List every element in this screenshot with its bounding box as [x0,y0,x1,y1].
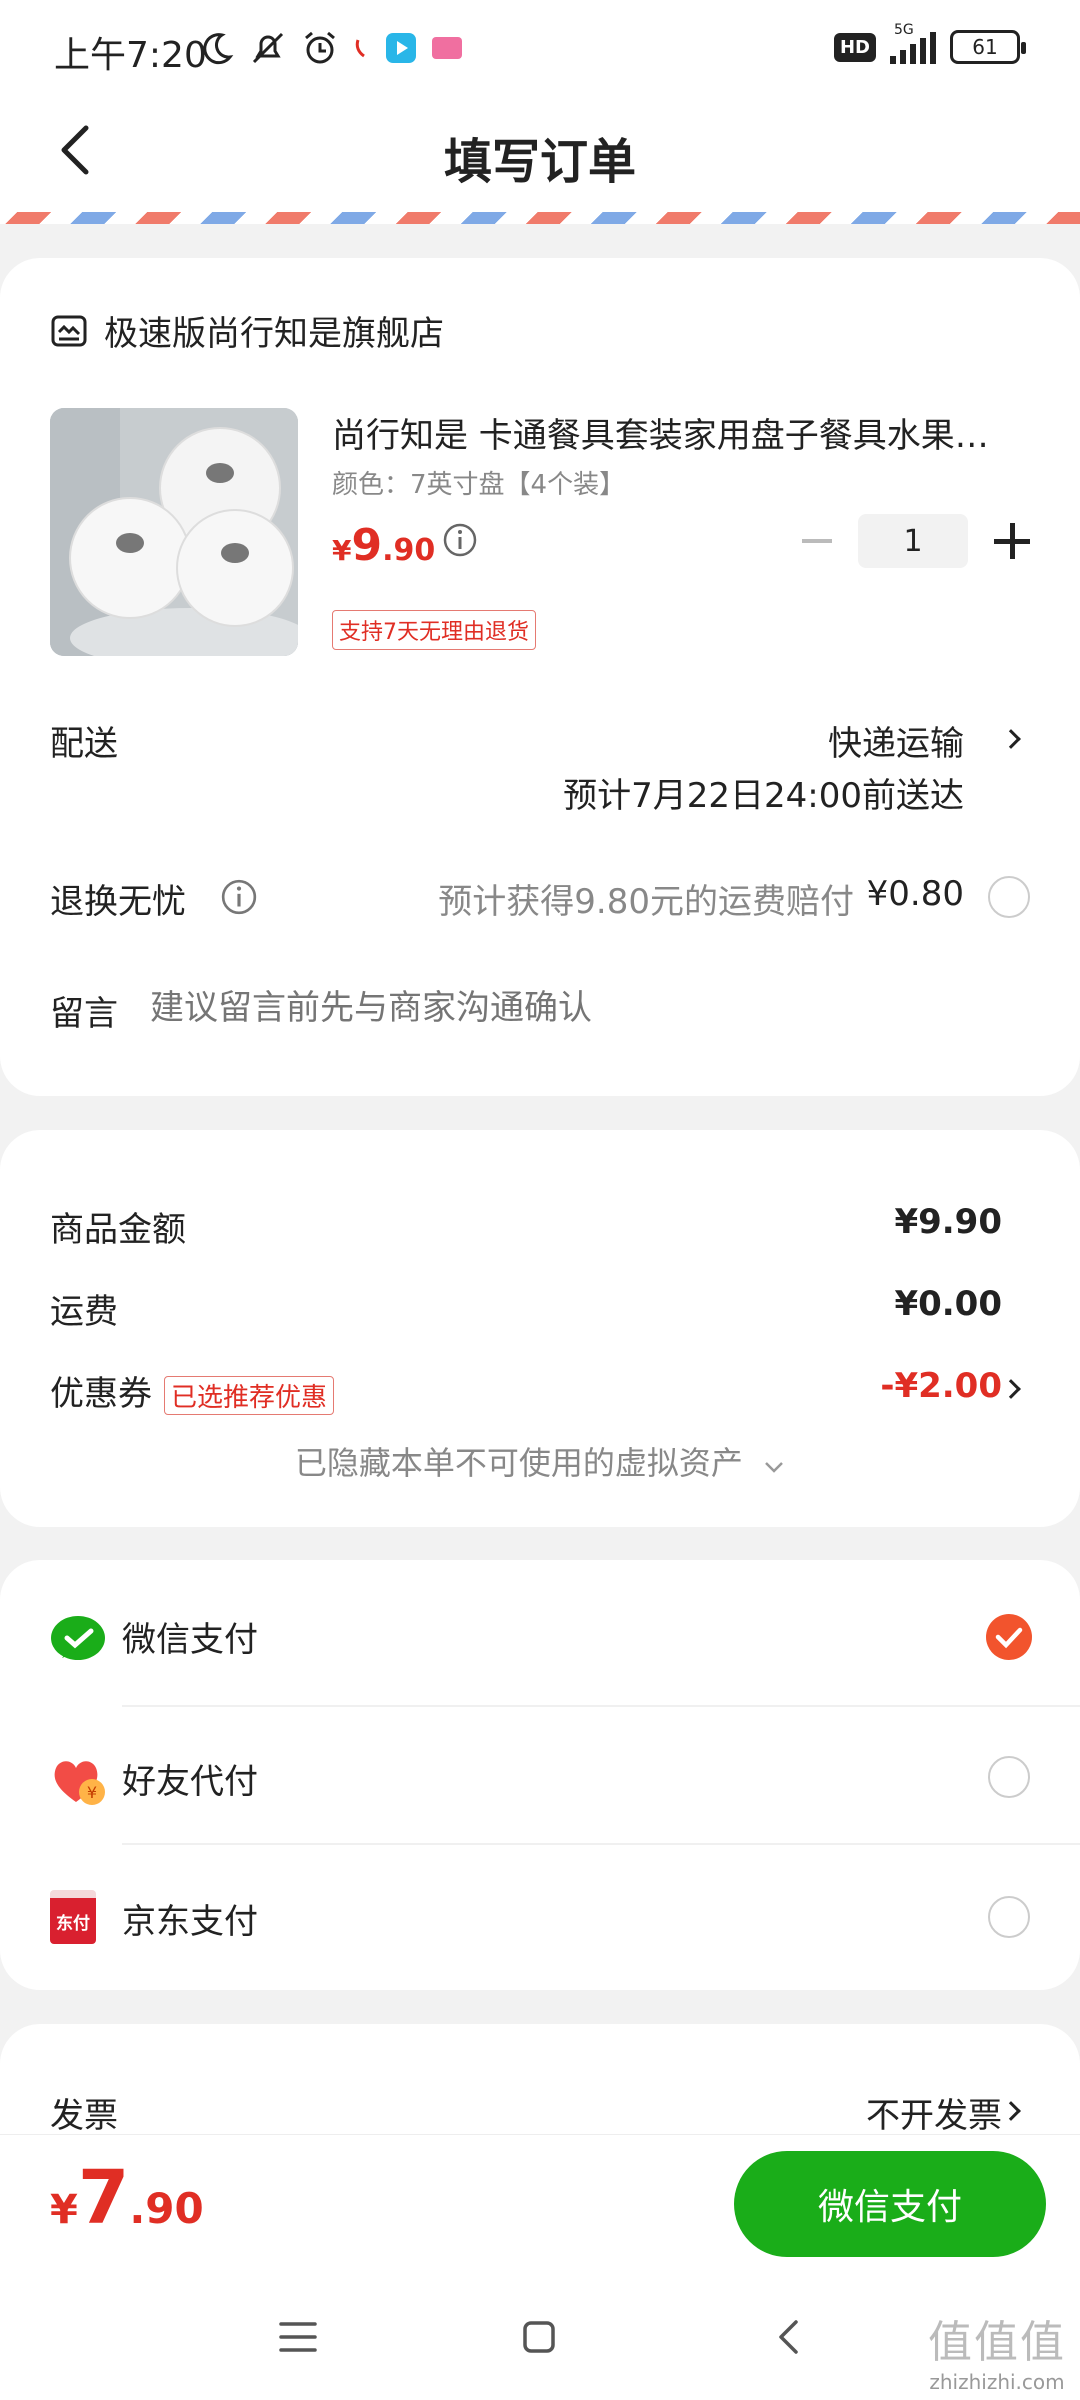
goods-amount-value: ¥9.90 [894,1202,1002,1242]
radio-selected-icon[interactable] [986,1614,1032,1660]
page-title: 填写订单 [443,134,636,190]
goods-amount-label: 商品金额 [50,1210,186,1250]
payment-label-wechat: 微信支付 [122,1620,258,1660]
back-nav-icon[interactable] [776,2318,800,2356]
video-app-icon [386,33,416,63]
return-insurance-info-icon[interactable] [220,878,258,916]
watermark-logo: 值值值 [928,2317,1066,2368]
coupon-label: 优惠券 [50,1374,152,1414]
bottom-pay-bar: ¥7.90 微信支付 [0,2134,1080,2274]
delivery-label: 配送 [50,724,118,764]
jd-pay-icon-text: 东付 [56,1913,90,1934]
phone-icon [355,39,365,58]
shipping-label: 运费 [50,1292,118,1332]
coupon-row[interactable]: 优惠券 已选推荐优惠 [50,1366,335,1415]
hidden-assets-text: 已隐藏本单不可使用的虚拟资产 [294,1444,743,1482]
status-time: 上午7:20 [54,35,207,76]
payment-methods-card: 微信支付 ¥ 好友代付 东付 京东支付 [0,1560,1080,1990]
invoice-label: 发票 [50,2096,118,2136]
delivery-estimate: 预计7月22日24:00前送达 [563,776,964,816]
price-info-icon[interactable] [442,522,478,558]
watermark: 值值值 zhizhizhi.com [928,2306,1066,2394]
price-integer: 9 [351,520,383,571]
quantity-input[interactable]: 1 [858,514,968,568]
hd-badge: HD [833,32,876,62]
total-price: ¥7.90 [50,2155,204,2241]
product-image[interactable] [50,408,298,656]
coupon-chevron-icon[interactable] [1001,1379,1021,1399]
payment-option-wechat[interactable]: 微信支付 [0,1560,1080,1698]
battery-icon: 61 [950,30,1026,64]
message-input[interactable] [150,980,1030,1036]
return-insurance-desc: 预计获得9.80元的运费赔付 [438,882,854,922]
menu-icon[interactable] [278,2320,318,2354]
app-notification-icon [432,37,462,59]
friend-pay-icon: ¥ [54,1761,105,1805]
shop-icon [51,315,87,346]
shop-name: 极速版尚行知是旗舰店 [104,314,444,354]
shipping-value: ¥0.00 [894,1284,1002,1324]
pay-button[interactable]: 微信支付 [734,2151,1046,2257]
delivery-method[interactable]: 快递运输 [828,716,964,765]
home-icon[interactable] [522,2320,556,2354]
product-title[interactable]: 尚行知是 卡通餐具套装家用盘子餐具水果… [332,408,1032,457]
battery-level: 61 [972,35,998,59]
payment-label-friend: 好友代付 [122,1762,258,1802]
message-label: 留言 [50,994,118,1034]
system-nav-bar: 值值值 zhizhizhi.com [0,2274,1080,2400]
jd-pay-icon: 东付 [50,1890,96,1944]
payment-radio-jd[interactable] [988,1896,1030,1938]
price-decimal: .90 [382,533,436,568]
payment-option-jd[interactable]: 东付 京东支付 [0,1850,1080,1980]
return-insurance-label: 退换无忧 [50,882,186,922]
invoice-chevron-icon[interactable] [1001,2101,1021,2121]
order-card: 极速版尚行知是旗舰店 尚行知是 卡通餐具套装家用盘子餐具水果… 颜色：7英寸盘【… [0,258,1080,1096]
product-spec[interactable]: 颜色：7英寸盘【4个装】 [332,464,625,501]
moon-icon [203,33,234,65]
price-summary-card: 商品金额 ¥9.90 运费 ¥0.00 优惠券 已选推荐优惠 -¥2.00 已隐藏… [0,1130,1080,1527]
return-insurance-radio[interactable] [988,876,1030,918]
payment-radio-friend[interactable] [988,1756,1030,1798]
mute-bell-icon [252,32,284,64]
increase-quantity-button[interactable] [994,523,1030,559]
airmail-border [0,212,1080,224]
nav-bar: 填写订单 [0,100,1080,218]
payment-divider [122,1705,1080,1707]
return-policy-tag: 支持7天无理由退货 [332,610,536,650]
delivery-chevron-icon[interactable] [1001,729,1021,749]
wechat-pay-icon [51,1616,105,1660]
coupon-value[interactable]: -¥2.00 [880,1366,1002,1406]
hidden-assets-toggle[interactable]: 已隐藏本单不可使用的虚拟资产 [0,1438,1080,1484]
total-integer: 7 [77,2155,130,2241]
quantity-stepper: 1 [802,514,1030,568]
return-insurance-price: ¥0.80 [866,874,964,914]
watermark-url: zhizhizhi.com [929,2370,1065,2394]
invoice-value[interactable]: 不开发票 [866,2088,1002,2137]
decrease-quantity-button[interactable] [802,539,832,543]
status-icons [200,30,462,66]
payment-label-jd: 京东支付 [122,1902,258,1942]
alarm-icon [305,31,335,64]
payment-option-friend[interactable]: ¥ 好友代付 [0,1710,1080,1840]
total-decimal: .90 [129,2184,204,2233]
network-label: 5G [894,22,914,38]
shop-row[interactable]: 极速版尚行知是旗舰店 [50,306,444,355]
product-price: ¥9.90 [332,520,435,571]
status-bar: 上午7:20 HD 5G 61 [0,0,1080,100]
status-right: HD 5G 61 [833,22,1026,64]
coupon-tag: 已选推荐优惠 [164,1376,335,1415]
chevron-down-icon [765,1462,783,1473]
price-currency: ¥ [332,534,352,567]
svg-text:¥: ¥ [87,1783,97,1802]
payment-divider [122,1843,1080,1845]
total-currency: ¥ [50,2187,78,2233]
signal-5g: 5G [890,22,936,64]
